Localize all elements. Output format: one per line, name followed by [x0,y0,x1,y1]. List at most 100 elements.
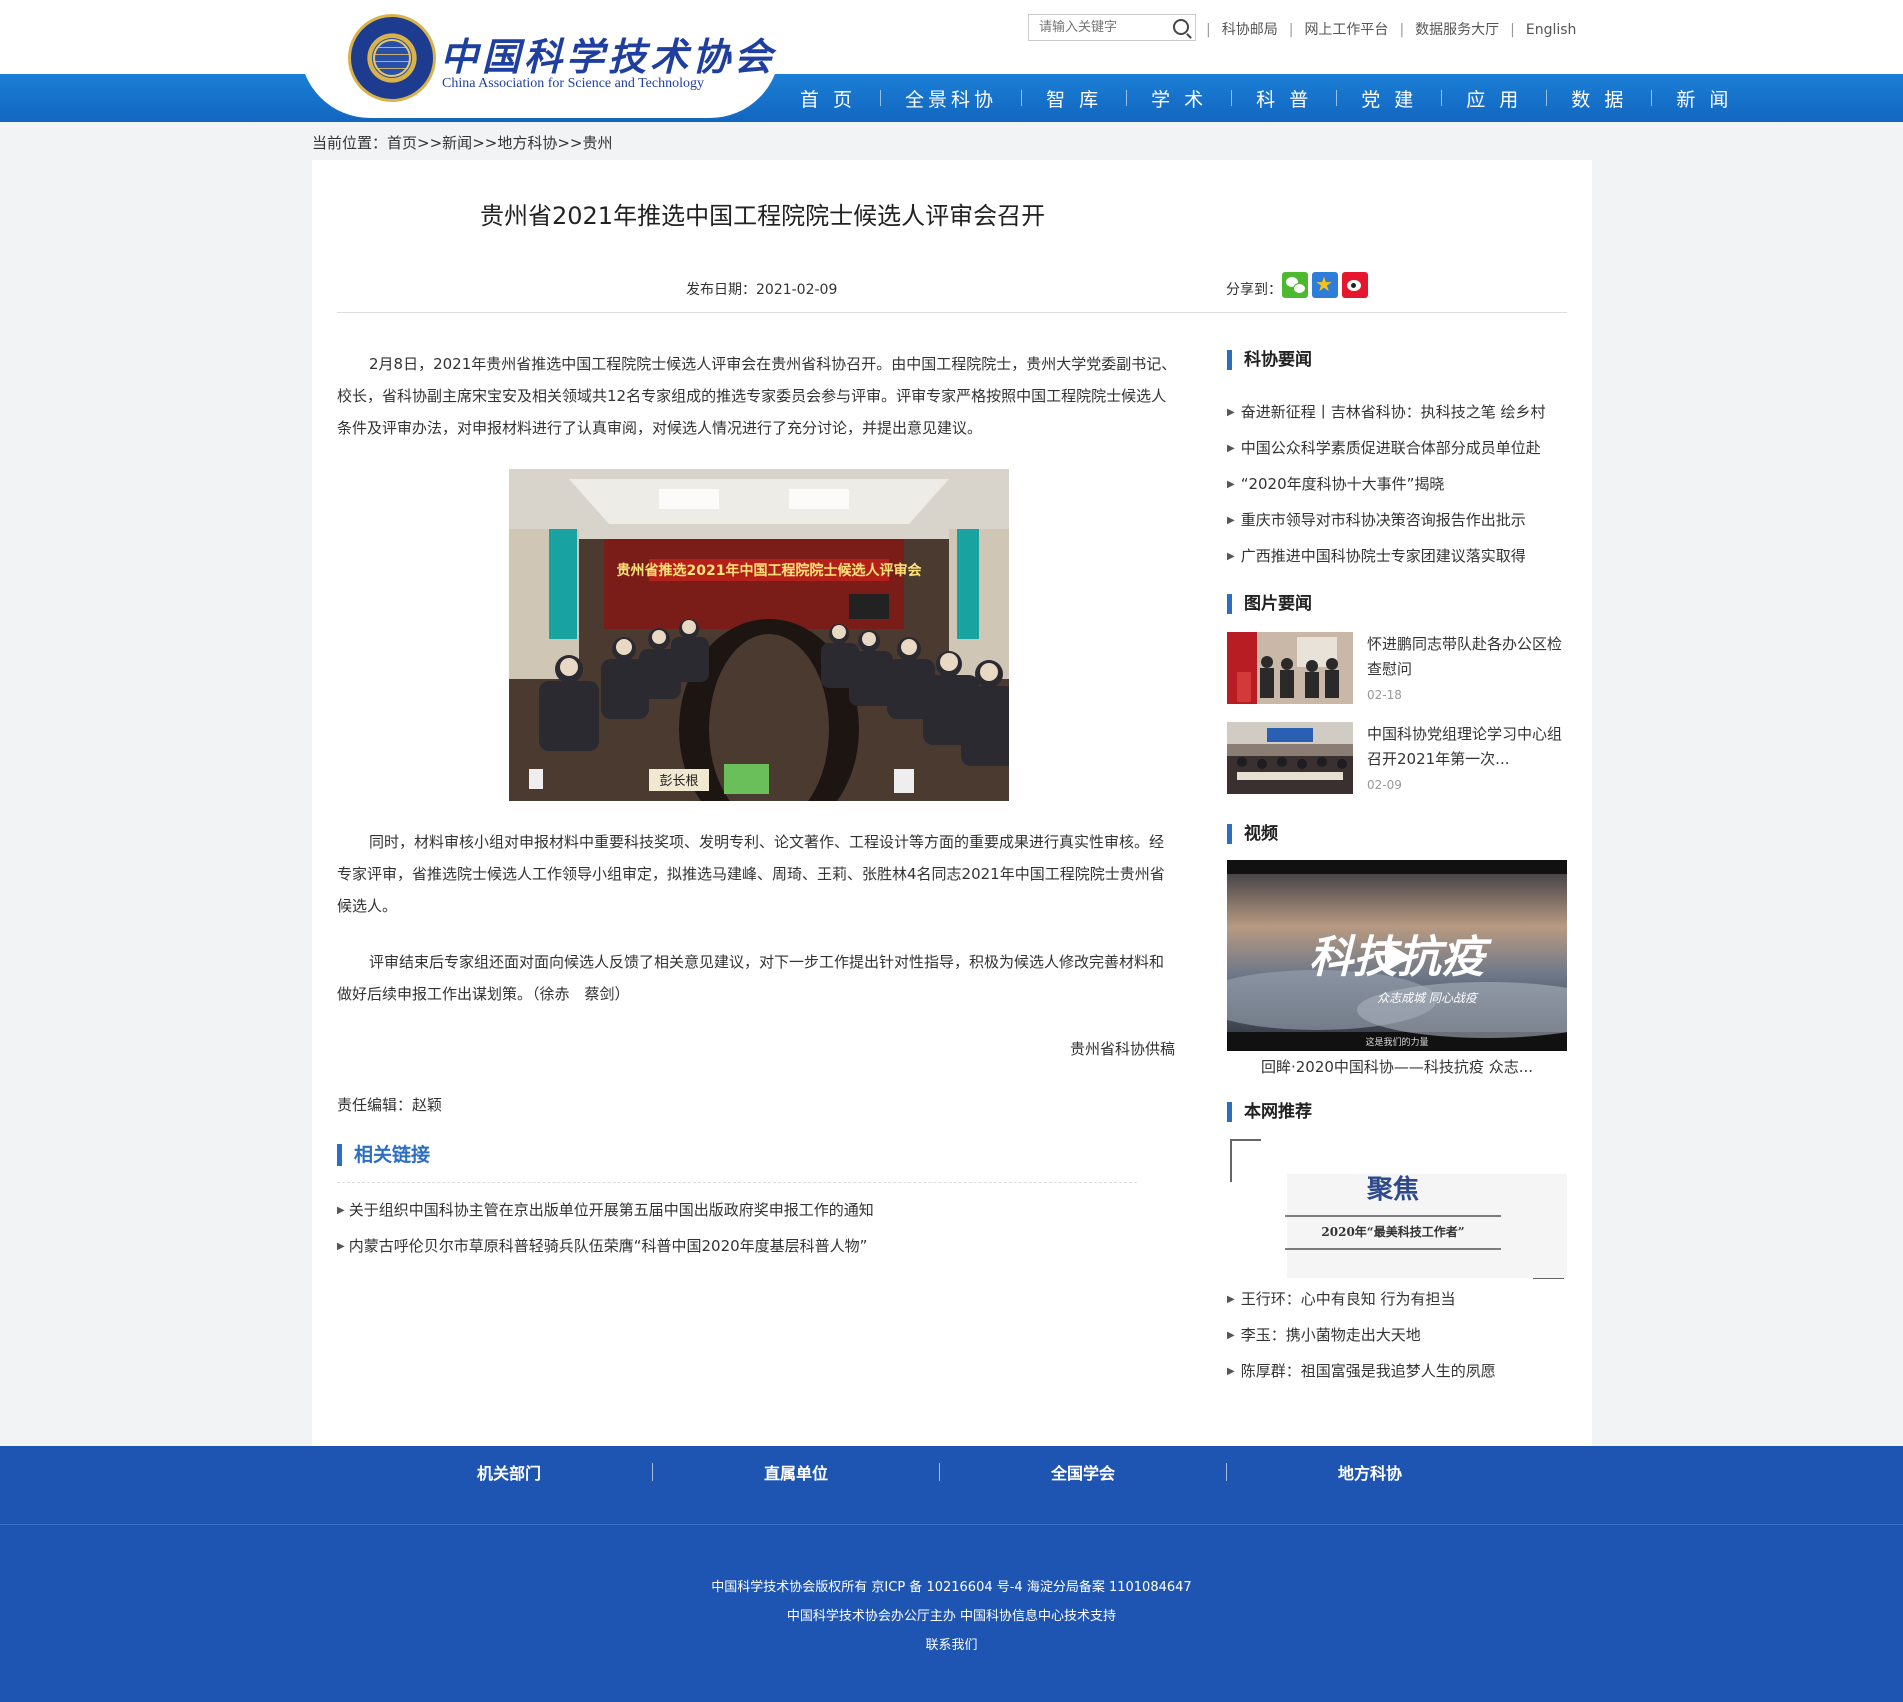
news-link[interactable]: 广西推进中国科协院士专家团建议落实取得 [1241,547,1526,565]
nav-popular-science[interactable]: 科 普 [1256,85,1312,112]
main-nav: 首 页 全景科协 智 库 学 术 科 普 党 建 应 用 数 据 新 闻 [800,74,1732,122]
article-source: 贵州省科协供稿 [1070,1040,1176,1058]
news-link[interactable]: 中国公众科学素质促进联合体部分成员单位赴 [1241,439,1541,457]
sidebar-recommend-list: ▶ 王行环：心中有良知 行为有担当 ▶ 李玉：携小菌物走出大天地 ▶ 陈厚群：祖国富强… [1227,1287,1567,1395]
top-links: | 科协邮局 | 网上工作平台 | 数据服务大厅 | English [1206,22,1577,38]
share-icons [1282,272,1368,298]
pic-news-date: 02-18 [1367,688,1402,702]
breadcrumb-sep: >> [472,134,498,152]
list-item[interactable]: ▶ 陈厚群：祖国富强是我追梦人生的夙愿 [1227,1359,1567,1395]
pic-news-text[interactable]: 中国科协党组理论学习中心组召开2021年第一次... [1367,722,1567,772]
list-item[interactable]: ▶ 广西推进中国科协院士专家团建议落实取得 [1227,544,1567,580]
recommend-link[interactable]: 李玉：携小菌物走出大天地 [1241,1326,1421,1344]
nav-news[interactable]: 新 闻 [1676,85,1732,112]
footer-host: 中国科学技术协会办公厅主办 中国科协信息中心技术支持 [786,1609,1117,1624]
related-links-title: 相关链接 [337,1144,430,1166]
news-link[interactable]: 奋进新征程丨吉林省科协：执科技之笔 绘乡村 [1241,403,1546,421]
nav-academic[interactable]: 学 术 [1151,85,1207,112]
footer-nav-bar [0,1446,1903,1524]
nav-data[interactable]: 数 据 [1571,85,1627,112]
search-input[interactable] [1029,15,1159,40]
list-item[interactable]: ▶ 内蒙古呼伦贝尔市草原科普轻骑兵队伍荣膺“科普中国2020年度基层科普人物” [337,1234,874,1270]
nav-think-tank[interactable]: 智 库 [1046,85,1102,112]
cast-emblem-icon[interactable] [348,14,436,102]
list-item[interactable]: ▶ 王行环：心中有良知 行为有担当 [1227,1287,1567,1323]
pic-thumbnail[interactable] [1227,632,1353,704]
list-item[interactable]: ▶ “2020年度科协十大事件”揭晓 [1227,472,1567,508]
triangle-bullet-icon: ▶ [337,1205,345,1216]
triangle-bullet-icon: ▶ [337,1241,345,1252]
sidebar-news-title: 科协要闻 [1227,350,1312,370]
top-link-english[interactable]: English [1526,22,1577,38]
breadcrumb-home[interactable]: 首页 [387,134,417,152]
nav-application[interactable]: 应 用 [1466,85,1522,112]
nav-panorama[interactable]: 全景科协 [905,85,997,112]
date-value: 2021-02-09 [756,282,838,298]
news-link[interactable]: 重庆市领导对市科协决策咨询报告作出批示 [1241,511,1526,529]
triangle-bullet-icon: ▶ [1227,1294,1235,1305]
sidebar-video-title: 视频 [1227,824,1278,844]
triangle-bullet-icon: ▶ [1227,551,1235,562]
publish-date: 发布日期：2021-02-09 [686,279,837,299]
search-box [1028,14,1196,41]
footer-nav-affiliates[interactable]: 直属单位 [653,1460,939,1484]
related-link[interactable]: 内蒙古呼伦贝尔市草原科普轻骑兵队伍荣膺“科普中国2020年度基层科普人物” [349,1237,868,1255]
news-link[interactable]: “2020年度科协十大事件”揭晓 [1241,475,1445,493]
footer-nav-societies[interactable]: 全国学会 [940,1460,1226,1484]
video-caption[interactable]: 回眸·2020中国科协——科技抗疫 众志... [1227,1056,1567,1077]
recommend-link[interactable]: 陈厚群：祖国富强是我追梦人生的夙愿 [1241,1362,1496,1380]
qzone-icon[interactable] [1312,272,1338,298]
logo-chinese-text[interactable]: 中国科学技术协会 [440,26,776,81]
list-item[interactable]: ▶ 李玉：携小菌物走出大天地 [1227,1323,1567,1359]
logo-english-text[interactable]: China Association for Science and Techno… [442,76,704,92]
footer-contact-link[interactable]: 联系我们 [0,1634,1903,1653]
pic-news-text[interactable]: 怀进鹏同志带队赴各办公区检查慰问 [1367,632,1567,682]
nav-home[interactable]: 首 页 [800,85,856,112]
video-sub-text: 众志成城 同心战疫 [1377,991,1479,1005]
divider [0,1524,1903,1525]
pic-news-item[interactable]: 中国科协党组理论学习中心组召开2021年第一次... 02-09 [1227,722,1567,794]
footer-nav-departments[interactable]: 机关部门 [366,1460,652,1484]
header-top [0,0,1903,74]
breadcrumb: 当前位置：首页>>新闻>>地方科协>>贵州 [312,132,613,153]
related-link[interactable]: 关于组织中国科协主管在京出版单位开展第五届中国出版政府奖申报工作的通知 [349,1201,874,1219]
date-label: 发布日期： [686,282,756,298]
recommend-banner-sub: 2020年“最美科技工作者” [1321,1224,1464,1239]
weibo-icon[interactable] [1342,272,1368,298]
footer-nav-local[interactable]: 地方科协 [1227,1460,1513,1484]
recommend-banner-main: 聚焦 [1366,1174,1419,1205]
triangle-bullet-icon: ▶ [1227,1330,1235,1341]
nav-party[interactable]: 党 建 [1361,85,1417,112]
related-links-list: ▶ 关于组织中国科协主管在京出版单位开展第五届中国出版政府奖申报工作的通知 ▶ 内蒙… [337,1198,874,1270]
breadcrumb-sep: >> [557,134,583,152]
photo-banner-text: 贵州省推选2021年中国工程院院士候选人评审会 [617,562,923,579]
triangle-bullet-icon: ▶ [1227,407,1235,418]
list-item[interactable]: ▶ 中国公众科学素质促进联合体部分成员单位赴 [1227,436,1567,472]
pic-thumbnail[interactable] [1227,722,1353,794]
divider [337,1182,1137,1183]
list-item[interactable]: ▶ 关于组织中国科协主管在京出版单位开展第五届中国出版政府奖申报工作的通知 [337,1198,874,1234]
article-editor: 责任编辑：赵颖 [337,1096,443,1114]
breadcrumb-sep: >> [417,134,443,152]
list-item[interactable]: ▶ 奋进新征程丨吉林省科协：执科技之笔 绘乡村 [1227,400,1567,436]
sidebar-recommend-title: 本网推荐 [1227,1102,1312,1122]
article-photo: 贵州省推选2021年中国工程院院士候选人评审会 彭长根 [509,469,1009,801]
breadcrumb-local[interactable]: 地方科协 [497,134,557,152]
recommend-link[interactable]: 王行环：心中有良知 行为有担当 [1241,1290,1456,1308]
pic-news-item[interactable]: 怀进鹏同志带队赴各办公区检查慰问 02-18 [1227,632,1567,704]
top-link-platform[interactable]: 网上工作平台 [1304,22,1388,38]
video-player[interactable]: 科技抗疫 众志成城 同心战疫 这是我们的力量 [1227,860,1567,1051]
breadcrumb-news[interactable]: 新闻 [442,134,472,152]
article-paragraph: 2月8日，2021年贵州省推选中国工程院院士候选人评审会在贵州省科协召开。由中国… [337,355,1177,437]
video-bottom-text: 这是我们的力量 [1365,1036,1428,1048]
top-link-data-hall[interactable]: 数据服务大厅 [1415,22,1499,38]
list-item[interactable]: ▶ 重庆市领导对市科协决策咨询报告作出批示 [1227,508,1567,544]
search-icon[interactable] [1173,19,1189,35]
triangle-bullet-icon: ▶ [1227,1366,1235,1377]
wechat-icon[interactable] [1282,272,1308,298]
sidebar-pic-title: 图片要闻 [1227,594,1312,614]
top-link-mail[interactable]: 科协邮局 [1222,22,1278,38]
recommend-banner[interactable]: 聚焦 2020年“最美科技工作者” [1227,1138,1567,1280]
breadcrumb-guizhou[interactable]: 贵州 [582,134,612,152]
divider [337,312,1567,313]
